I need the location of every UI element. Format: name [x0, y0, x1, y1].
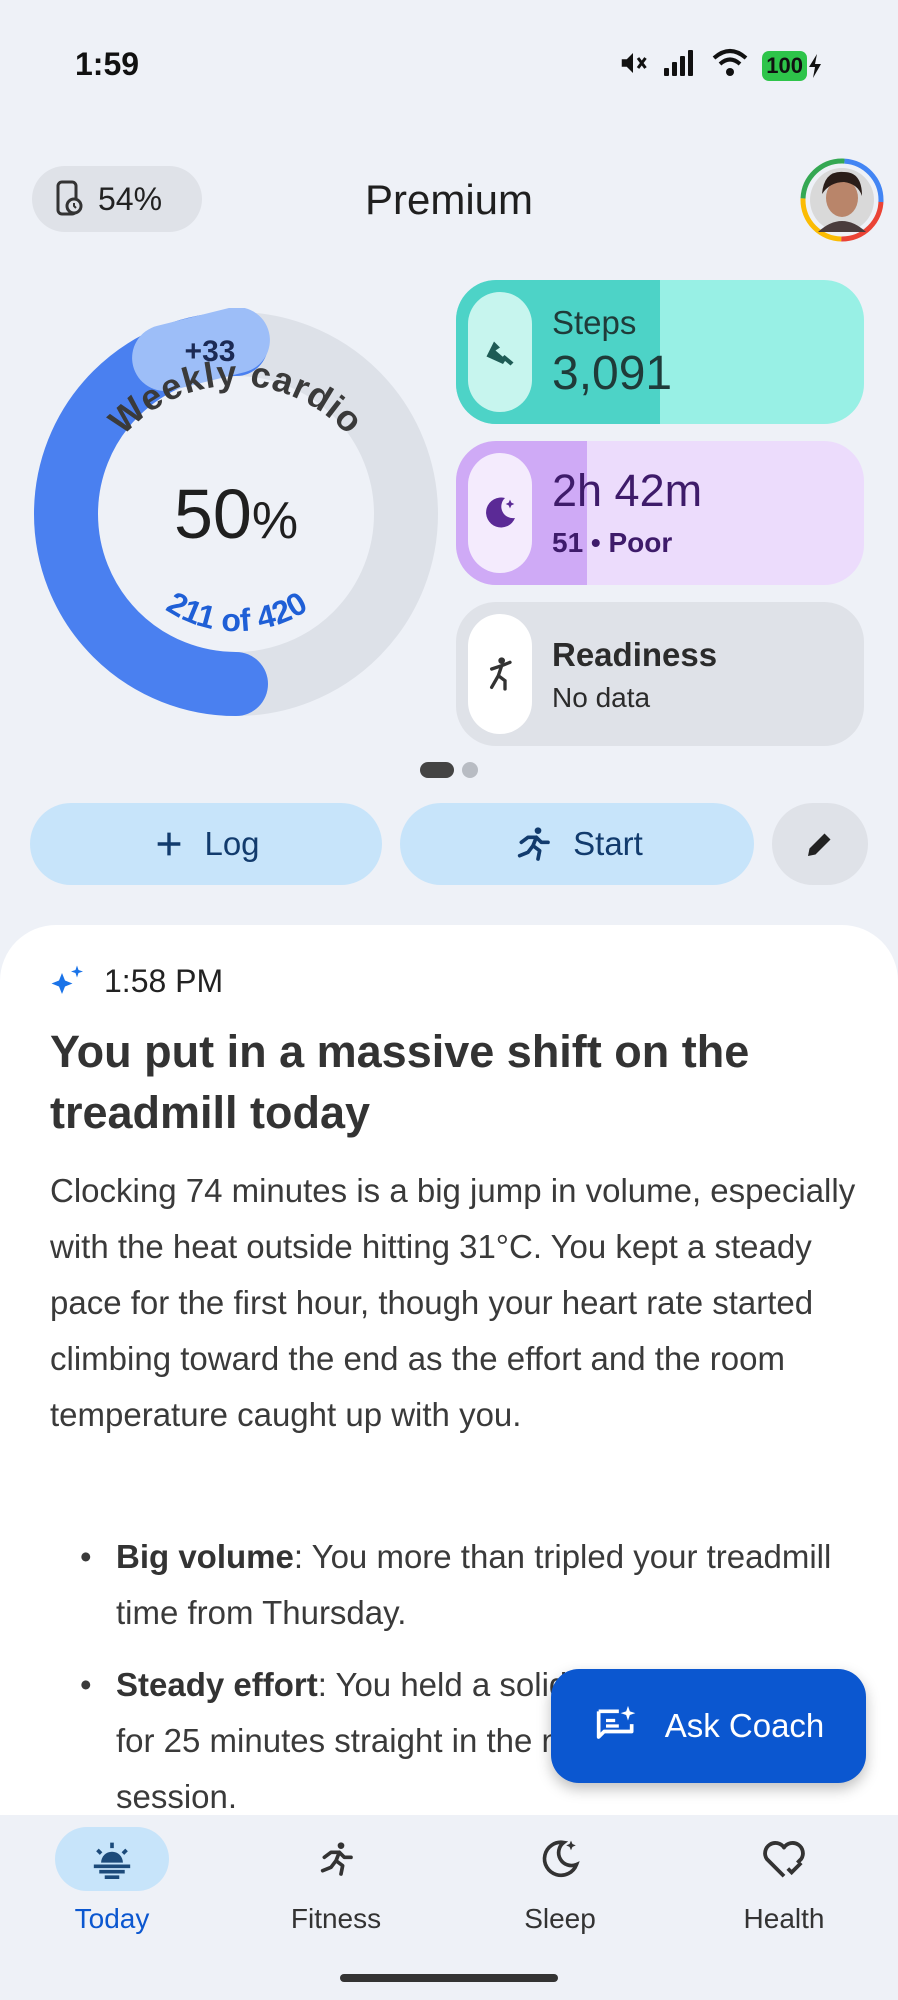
sparkle-icon: [51, 965, 83, 994]
steps-card[interactable]: Steps 3,091: [456, 280, 864, 424]
edit-button[interactable]: [772, 803, 868, 885]
ask-coach-label: Ask Coach: [664, 1707, 825, 1744]
running-icon: [517, 827, 550, 861]
carousel-pager[interactable]: [420, 762, 478, 778]
nav-today-label: Today: [74, 1903, 150, 1934]
ask-coach-button[interactable]: Ask Coach: [551, 1669, 866, 1783]
weekly-cardio-ring[interactable]: +33 Weekly cardio 211 of 420 50%: [30, 307, 442, 720]
readiness-sub: No data: [552, 682, 651, 713]
steps-value: 3,091: [552, 347, 673, 400]
status-time: 1:59: [75, 46, 140, 82]
sunrise-icon: [93, 1842, 131, 1879]
sleep-duration: 2h 42m: [552, 465, 703, 516]
shoe-icon: [486, 341, 514, 366]
readiness-figure-icon: [490, 657, 512, 691]
plus-icon: [158, 832, 181, 856]
moon-icon: [486, 497, 515, 528]
readiness-icon-pill: [468, 614, 532, 734]
home-indicator[interactable]: [340, 1974, 558, 1982]
pencil-icon: [808, 833, 831, 856]
chat-sparkle-icon: [596, 1705, 636, 1739]
list-item: Big volume: You more than tripled your t…: [80, 1529, 840, 1641]
wifi-icon: [712, 48, 748, 83]
status-icons: 100: [618, 48, 823, 83]
page-title: Premium: [364, 176, 534, 223]
steps-icon-pill: [468, 292, 532, 412]
insight-title: You put in a massive shift on the treadm…: [50, 1026, 750, 1138]
start-workout-button[interactable]: Start: [400, 803, 754, 885]
nav-fitness[interactable]: Fitness: [236, 1827, 436, 1935]
bottom-navigation: Today Fitness Sleep Health: [0, 1815, 898, 2000]
sleep-card[interactable]: 2h 42m 51 • Poor: [456, 441, 864, 585]
battery-level: 100: [762, 50, 807, 81]
bullet-heading: Big volume: [116, 1538, 294, 1575]
percent-number: 50: [173, 475, 252, 553]
bullet-heading: Steady effort: [116, 1666, 318, 1703]
sleep-icon-pill: [468, 453, 532, 573]
heart-check-icon: [763, 1841, 805, 1878]
ring-center: 50%: [30, 308, 442, 720]
running-icon: [320, 1842, 353, 1876]
nav-today[interactable]: Today: [12, 1827, 212, 1935]
battery-indicator: 100: [762, 50, 823, 81]
status-bar: 1:59 100: [0, 0, 898, 130]
nav-fitness-pill: [279, 1827, 393, 1891]
nav-sleep-pill: [503, 1827, 617, 1891]
sleep-score: 51 • Poor: [552, 527, 673, 558]
nav-health-pill: [727, 1827, 841, 1891]
avatar[interactable]: [800, 158, 884, 242]
pager-dot: [462, 762, 478, 778]
nav-sleep-label: Sleep: [524, 1903, 596, 1934]
weekly-cardio-percent: 50%: [174, 474, 298, 554]
readiness-title: Readiness: [552, 636, 718, 673]
log-label: Log: [204, 825, 260, 862]
signal-icon: [662, 48, 698, 83]
readiness-card[interactable]: Readiness No data: [456, 602, 864, 746]
start-label: Start: [573, 825, 643, 862]
moon-outline-icon: [542, 1840, 580, 1878]
log-button[interactable]: Log: [30, 803, 382, 885]
nav-sleep[interactable]: Sleep: [460, 1827, 660, 1935]
insight-header: 1:58 PM: [50, 963, 223, 1000]
percent-sign: %: [251, 492, 299, 550]
steps-title: Steps: [552, 304, 637, 341]
insight-time: 1:58 PM: [104, 963, 224, 999]
mute-icon: [618, 48, 648, 83]
nav-health[interactable]: Health: [684, 1827, 884, 1935]
nav-today-pill: [55, 1827, 169, 1891]
insight-body: Clocking 74 minutes is a big jump in vol…: [50, 1172, 856, 1433]
nav-health-label: Health: [743, 1903, 825, 1934]
nav-fitness-label: Fitness: [290, 1903, 382, 1934]
charging-icon: [809, 53, 821, 78]
pager-dot-active: [420, 762, 454, 778]
